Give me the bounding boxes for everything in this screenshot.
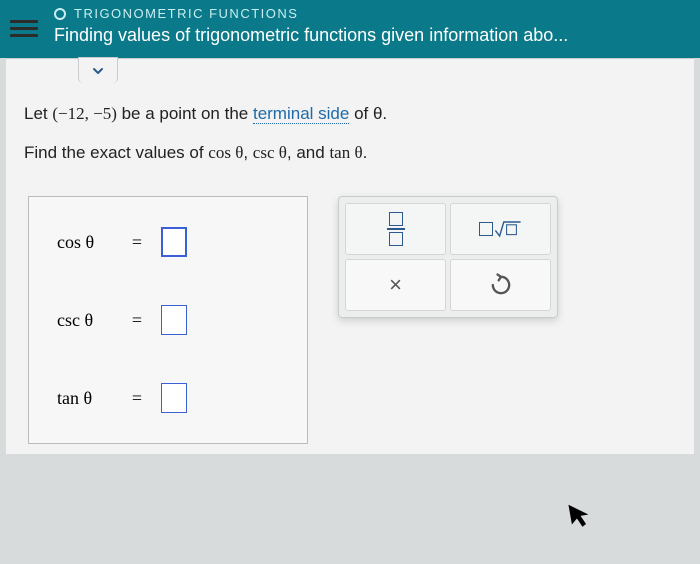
- undo-icon: [487, 271, 515, 299]
- cursor-icon: [565, 499, 595, 538]
- fraction-icon: [387, 211, 405, 247]
- content-area: Let (−12, −5) be a point on the terminal…: [6, 58, 694, 454]
- math-toolbox: ×: [338, 196, 558, 318]
- chevron-down-icon: [90, 63, 106, 79]
- undo-button[interactable]: [450, 259, 551, 311]
- sqrt-icon: [479, 215, 522, 243]
- answer-box: cos θ = csc θ = tan θ =: [28, 196, 308, 444]
- category-label: TRIGONOMETRIC FUNCTIONS: [54, 6, 690, 21]
- text: Find the exact values of: [24, 143, 208, 162]
- point-value: (−12, −5): [52, 104, 117, 123]
- func-cos: cos θ: [208, 143, 243, 162]
- app-header: TRIGONOMETRIC FUNCTIONS Finding values o…: [0, 0, 700, 58]
- text: Let: [24, 104, 52, 123]
- answer-label: tan θ: [57, 388, 113, 409]
- equals-sign: =: [129, 388, 145, 409]
- expand-toggle[interactable]: [78, 57, 118, 83]
- answer-input-csc[interactable]: [161, 305, 187, 335]
- answer-input-cos[interactable]: [161, 227, 187, 257]
- text: .: [363, 143, 368, 162]
- circle-icon: [54, 8, 66, 20]
- header-text: TRIGONOMETRIC FUNCTIONS Finding values o…: [54, 6, 700, 46]
- tool-row-2: ×: [343, 257, 553, 313]
- text: of θ.: [349, 104, 387, 123]
- answer-row-cos: cos θ =: [57, 227, 279, 257]
- func-tan: tan θ: [329, 143, 362, 162]
- equals-sign: =: [129, 310, 145, 331]
- topic-title: Finding values of trigonometric function…: [54, 25, 690, 46]
- equals-sign: =: [129, 232, 145, 253]
- main-area: cos θ = csc θ = tan θ =: [6, 186, 694, 454]
- problem-line-2: Find the exact values of cos θ, csc θ, a…: [24, 138, 676, 169]
- problem-line-1: Let (−12, −5) be a point on the terminal…: [24, 99, 676, 130]
- func-csc: csc θ: [253, 143, 287, 162]
- tool-row-1: [343, 201, 553, 257]
- answer-input-tan[interactable]: [161, 383, 187, 413]
- terminal-side-link[interactable]: terminal side: [253, 104, 349, 124]
- text: ,: [243, 143, 252, 162]
- text: be a point on the: [117, 104, 253, 123]
- answer-label: cos θ: [57, 232, 113, 253]
- text: , and: [287, 143, 330, 162]
- times-icon: ×: [389, 272, 402, 298]
- sqrt-button[interactable]: [450, 203, 551, 255]
- answer-row-csc: csc θ =: [57, 305, 279, 335]
- answer-row-tan: tan θ =: [57, 383, 279, 413]
- clear-button[interactable]: ×: [345, 259, 446, 311]
- fraction-button[interactable]: [345, 203, 446, 255]
- category-text: TRIGONOMETRIC FUNCTIONS: [74, 6, 298, 21]
- menu-icon[interactable]: [10, 16, 38, 41]
- answer-label: csc θ: [57, 310, 113, 331]
